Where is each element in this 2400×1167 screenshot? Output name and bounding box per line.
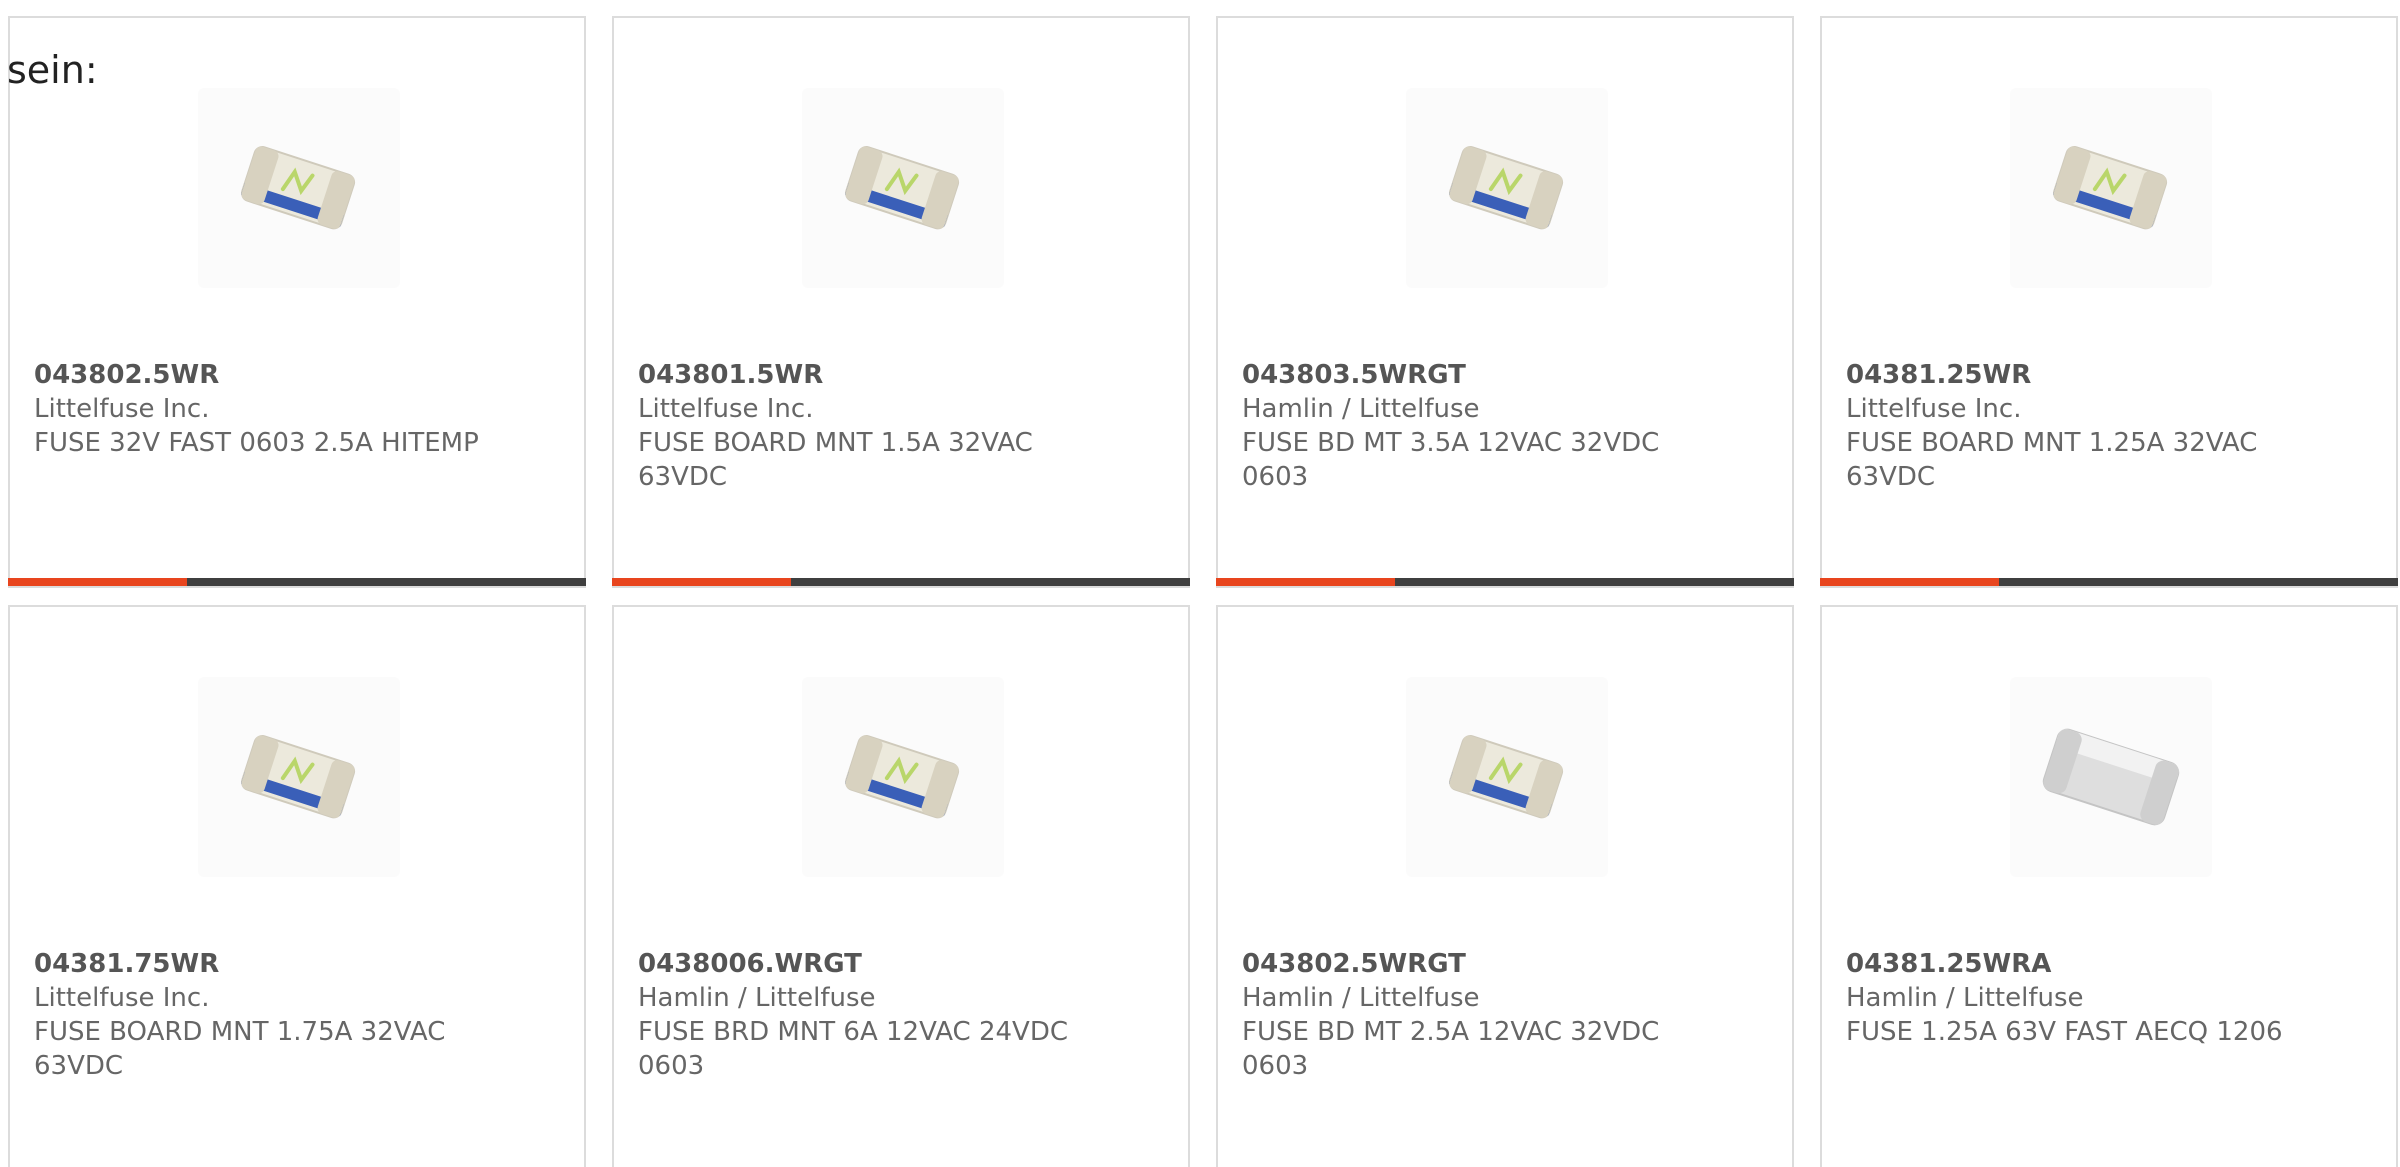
product-listing-page: sein: 043802.5WR Littelfuse Inc. FUSE 32… (0, 0, 2400, 1167)
manufacturer: Hamlin / Littelfuse (1846, 983, 2084, 1013)
smd-fuse-marked-icon (2053, 146, 2168, 230)
product-image[interactable] (2010, 677, 2212, 877)
progress-fill (8, 578, 188, 586)
part-number[interactable]: 04381.75WR (34, 947, 504, 981)
smd-fuse-marked-icon (845, 735, 960, 819)
product-card[interactable]: 043801.5WR Littelfuse Inc. FUSE BOARD MN… (612, 16, 1190, 588)
description: FUSE BOARD MNT 1.75A 32VAC 63VDC (34, 1017, 446, 1081)
part-number[interactable]: 043802.5WR (34, 358, 504, 392)
product-card[interactable]: 04381.25WRA Hamlin / Littelfuse FUSE 1.2… (1820, 605, 2398, 1167)
part-number[interactable]: 04381.25WRA (1846, 947, 2316, 981)
product-info: 04381.25WRA Hamlin / Littelfuse FUSE 1.2… (1846, 947, 2316, 1049)
description: FUSE BRD MNT 6A 12VAC 24VDC 0603 (638, 1017, 1068, 1081)
manufacturer: Littelfuse Inc. (638, 394, 814, 424)
description: FUSE BD MT 3.5A 12VAC 32VDC 0603 (1242, 428, 1660, 492)
product-image[interactable] (1406, 677, 1608, 877)
progress-bar (612, 578, 1190, 586)
progress-fill (1820, 578, 2000, 586)
description: FUSE 32V FAST 0603 2.5A HITEMP (34, 428, 479, 458)
product-card[interactable]: 043802.5WRGT Hamlin / Littelfuse FUSE BD… (1216, 605, 1794, 1167)
manufacturer: Littelfuse Inc. (34, 394, 210, 424)
product-info: 043802.5WR Littelfuse Inc. FUSE 32V FAST… (34, 358, 504, 460)
product-card[interactable]: 0438006.WRGT Hamlin / Littelfuse FUSE BR… (612, 605, 1190, 1167)
product-info: 043801.5WR Littelfuse Inc. FUSE BOARD MN… (638, 358, 1108, 494)
product-grid: 043802.5WR Littelfuse Inc. FUSE 32V FAST… (8, 16, 2400, 1167)
progress-fill (612, 578, 792, 586)
progress-bar (8, 578, 586, 586)
part-number[interactable]: 04381.25WR (1846, 358, 2316, 392)
progress-bar (1820, 578, 2398, 586)
product-image[interactable] (802, 677, 1004, 877)
product-image[interactable] (198, 677, 400, 877)
manufacturer: Littelfuse Inc. (34, 983, 210, 1013)
smd-fuse-plain-icon (2042, 728, 2180, 826)
description: FUSE BD MT 2.5A 12VAC 32VDC 0603 (1242, 1017, 1660, 1081)
smd-fuse-marked-icon (241, 735, 356, 819)
part-number[interactable]: 043803.5WRGT (1242, 358, 1712, 392)
smd-fuse-marked-icon (241, 146, 356, 230)
description: FUSE BOARD MNT 1.5A 32VAC 63VDC (638, 428, 1033, 492)
product-card[interactable]: 04381.75WR Littelfuse Inc. FUSE BOARD MN… (8, 605, 586, 1167)
intro-text: sein: (7, 48, 98, 92)
part-number[interactable]: 043801.5WR (638, 358, 1108, 392)
product-card[interactable]: 04381.25WR Littelfuse Inc. FUSE BOARD MN… (1820, 16, 2398, 588)
product-image[interactable] (802, 88, 1004, 288)
product-info: 0438006.WRGT Hamlin / Littelfuse FUSE BR… (638, 947, 1108, 1083)
smd-fuse-marked-icon (845, 146, 960, 230)
product-image[interactable] (2010, 88, 2212, 288)
description: FUSE BOARD MNT 1.25A 32VAC 63VDC (1846, 428, 2258, 492)
description: FUSE 1.25A 63V FAST AECQ 1206 (1846, 1017, 2283, 1047)
product-info: 043803.5WRGT Hamlin / Littelfuse FUSE BD… (1242, 358, 1712, 494)
part-number[interactable]: 0438006.WRGT (638, 947, 1108, 981)
part-number[interactable]: 043802.5WRGT (1242, 947, 1712, 981)
smd-fuse-marked-icon (1449, 735, 1564, 819)
product-info: 043802.5WRGT Hamlin / Littelfuse FUSE BD… (1242, 947, 1712, 1083)
progress-bar (1216, 578, 1794, 586)
product-image[interactable] (1406, 88, 1608, 288)
product-card[interactable]: 043803.5WRGT Hamlin / Littelfuse FUSE BD… (1216, 16, 1794, 588)
smd-fuse-marked-icon (1449, 146, 1564, 230)
manufacturer: Hamlin / Littelfuse (1242, 983, 1480, 1013)
progress-fill (1216, 578, 1396, 586)
manufacturer: Littelfuse Inc. (1846, 394, 2022, 424)
manufacturer: Hamlin / Littelfuse (638, 983, 876, 1013)
product-info: 04381.25WR Littelfuse Inc. FUSE BOARD MN… (1846, 358, 2316, 494)
product-image[interactable] (198, 88, 400, 288)
manufacturer: Hamlin / Littelfuse (1242, 394, 1480, 424)
product-info: 04381.75WR Littelfuse Inc. FUSE BOARD MN… (34, 947, 504, 1083)
product-card[interactable]: 043802.5WR Littelfuse Inc. FUSE 32V FAST… (8, 16, 586, 588)
